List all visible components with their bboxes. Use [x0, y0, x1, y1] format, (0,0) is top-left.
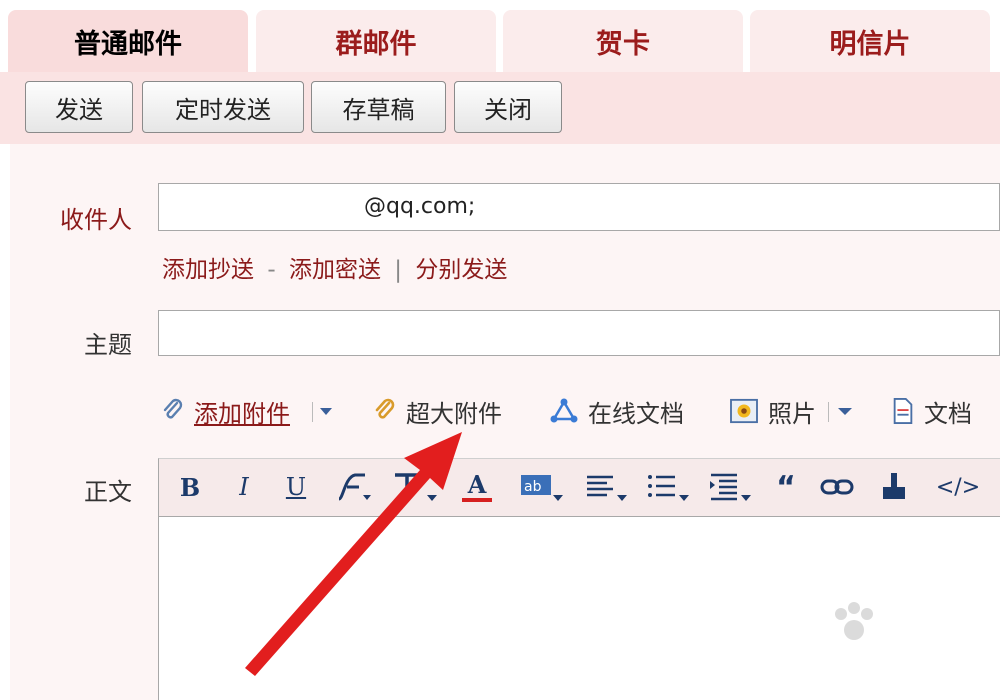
separate-send-link[interactable]: 分别发送	[415, 257, 507, 283]
document-icon	[893, 398, 913, 424]
baidu-logo-icon	[835, 602, 873, 640]
tab-group-mail[interactable]: 群邮件	[256, 10, 496, 72]
body-label: 正文	[84, 478, 132, 506]
tab-postcard[interactable]: 明信片	[750, 10, 990, 72]
add-attachment-label: 添加附件	[194, 399, 290, 428]
photo-dropdown-icon[interactable]	[828, 402, 862, 422]
paperclip-icon	[163, 398, 183, 419]
underline-button[interactable]: U	[281, 469, 311, 505]
online-doc-label: 在线文档	[588, 399, 684, 428]
to-label: 收件人	[60, 206, 132, 234]
highlight-icon[interactable]: ab	[519, 469, 565, 505]
document-link[interactable]: 文档	[890, 394, 972, 428]
bold-button[interactable]: B	[175, 469, 205, 505]
quote-button[interactable]: “	[771, 469, 801, 505]
close-button[interactable]: 关闭	[454, 81, 562, 133]
editor-toolbar: B I U A ab “ </>	[158, 458, 1000, 516]
recipient-options: 添加抄送 - 添加密送 | 分别发送	[162, 250, 507, 284]
align-icon[interactable]	[583, 469, 629, 505]
dropdown-icon[interactable]	[312, 402, 338, 422]
large-paperclip-icon	[375, 398, 395, 419]
add-attachment-link[interactable]: 添加附件	[160, 394, 290, 428]
tab-greeting-card[interactable]: 贺卡	[503, 10, 743, 72]
photo-icon	[730, 398, 758, 424]
send-button[interactable]: 发送	[25, 81, 133, 133]
baidu-watermark	[766, 596, 966, 676]
add-bcc-link[interactable]: 添加密送	[289, 257, 381, 283]
scheduled-send-button[interactable]: 定时发送	[142, 81, 304, 133]
compose-tabs: 普通邮件 群邮件 贺卡 明信片	[0, 0, 1000, 72]
dash-separator: -	[267, 257, 276, 283]
indent-icon[interactable]	[707, 469, 753, 505]
subject-field[interactable]	[158, 310, 1000, 356]
add-cc-link[interactable]: 添加抄送	[162, 257, 254, 283]
italic-button[interactable]: I	[229, 469, 259, 505]
save-draft-button[interactable]: 存草稿	[311, 81, 446, 133]
large-attachment-link[interactable]: 超大附件	[372, 394, 502, 428]
font-family-icon[interactable]	[333, 469, 373, 505]
source-code-button[interactable]: </>	[931, 469, 985, 505]
document-label: 文档	[924, 399, 972, 428]
font-color-swatch	[462, 498, 492, 502]
svg-text:ab: ab	[524, 479, 542, 495]
large-attachment-label: 超大附件	[406, 399, 502, 428]
list-icon[interactable]	[645, 469, 691, 505]
format-painter-icon[interactable]	[879, 469, 909, 505]
online-doc-link[interactable]: 在线文档	[548, 394, 684, 428]
tab-normal-mail[interactable]: 普通邮件	[8, 10, 248, 72]
pipe-separator: |	[394, 257, 402, 283]
photo-label: 照片	[768, 399, 816, 428]
font-size-icon[interactable]	[391, 469, 439, 505]
photo-link[interactable]: 照片	[728, 394, 816, 428]
font-color-letter: A	[467, 470, 487, 499]
compose-toolbar: 发送 定时发送 存草稿 关闭	[0, 72, 1000, 144]
to-field[interactable]: @qq.com;	[158, 183, 1000, 231]
to-value: @qq.com;	[364, 194, 476, 219]
online-doc-icon	[550, 398, 578, 423]
link-icon[interactable]	[819, 469, 855, 505]
subject-label: 主题	[84, 331, 132, 359]
font-color-button[interactable]: A	[459, 469, 495, 505]
